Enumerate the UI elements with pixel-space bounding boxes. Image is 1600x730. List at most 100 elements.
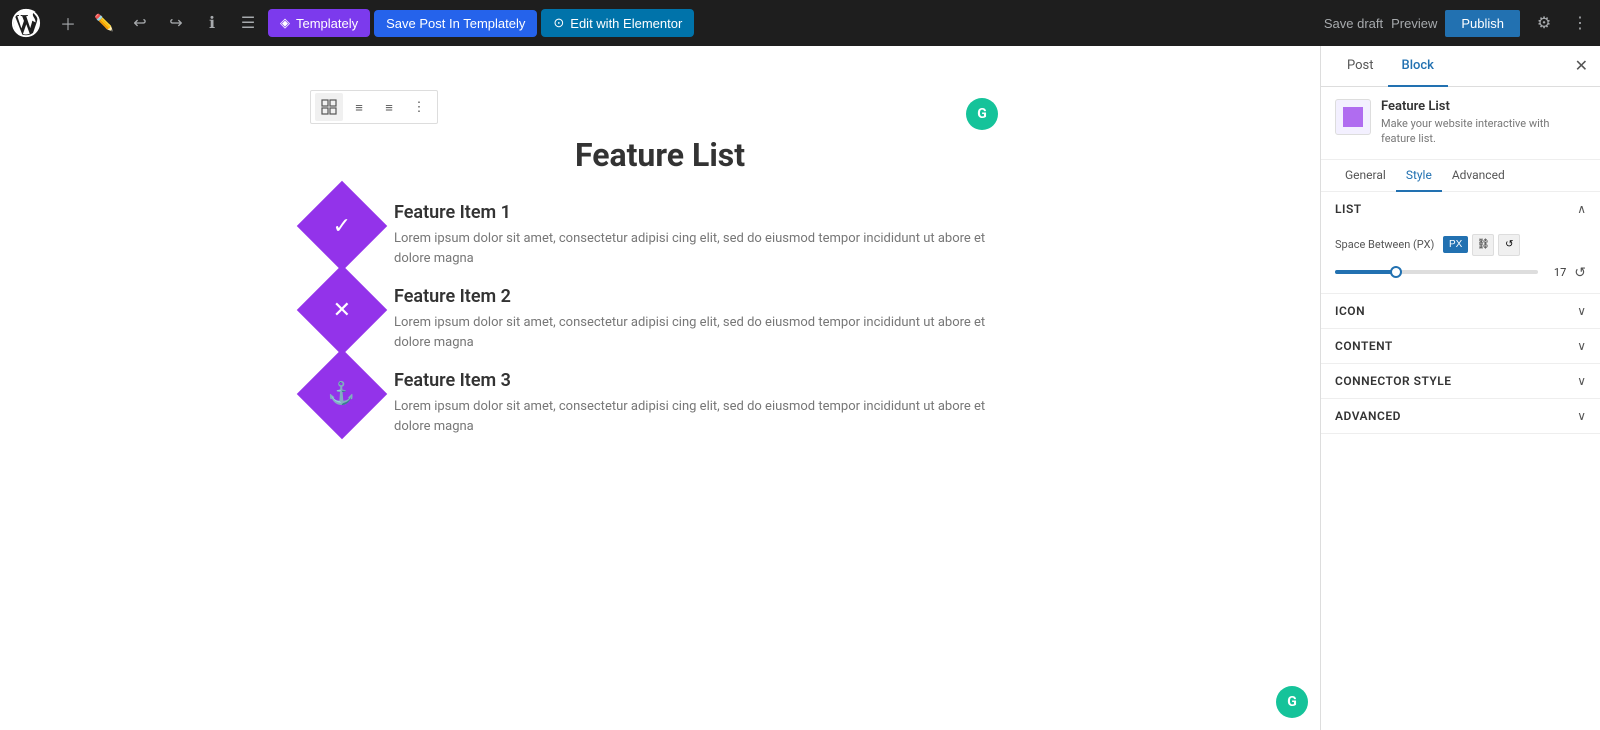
feature-desc-1: Lorem ipsum dolor sit amet, consectetur … bbox=[394, 229, 1010, 268]
tab-style[interactable]: Style bbox=[1396, 160, 1442, 192]
main-area: ≡ ≡ ⋮ Feature List G ✓ bbox=[0, 46, 1600, 730]
space-between-label: Space Between (PX) bbox=[1335, 238, 1435, 251]
feature-content-1: Feature Item 1 Lorem ipsum dolor sit ame… bbox=[394, 194, 1010, 278]
feature-icon-3[interactable]: ⚓ bbox=[297, 349, 388, 440]
list-chevron-icon: ∧ bbox=[1577, 202, 1586, 216]
style-tabs: General Style Advanced bbox=[1321, 160, 1600, 192]
plugin-name: Feature List bbox=[1381, 99, 1586, 114]
feature-item: ✓ Feature Item 1 Lorem ipsum dolor sit a… bbox=[310, 194, 1010, 278]
save-post-button[interactable]: Save Post In Templately bbox=[374, 10, 537, 37]
settings-button[interactable]: ⚙ bbox=[1528, 7, 1560, 39]
info-button[interactable]: ℹ bbox=[196, 7, 228, 39]
link-icon-btn[interactable]: ⛓ bbox=[1472, 234, 1494, 256]
save-draft-button[interactable]: Save draft bbox=[1324, 16, 1383, 31]
advanced-chevron-icon: ∨ bbox=[1577, 409, 1586, 423]
plugin-icon bbox=[1335, 99, 1371, 135]
feature-item-2: ✕ Feature Item 2 Lorem ipsum dolor sit a… bbox=[310, 278, 1010, 362]
save-post-label: Save Post In Templately bbox=[386, 16, 525, 31]
slider-thumb[interactable] bbox=[1390, 266, 1402, 278]
redo-button[interactable]: ↪ bbox=[160, 7, 192, 39]
icon-section: Icon ∨ bbox=[1321, 294, 1600, 329]
plugin-header: Feature List Make your website interacti… bbox=[1321, 87, 1600, 160]
connector-style-title: Connector Style bbox=[1335, 374, 1452, 388]
undo-button[interactable]: ↩ bbox=[124, 7, 156, 39]
reset-value-btn[interactable]: ↺ bbox=[1574, 264, 1586, 281]
panel-tabs: Post Block ✕ bbox=[1321, 46, 1600, 87]
advanced-section-header[interactable]: Advanced ∨ bbox=[1321, 399, 1600, 433]
panel-close-button[interactable]: ✕ bbox=[1575, 46, 1588, 86]
elementor-icon: ⊙ bbox=[553, 15, 564, 31]
publish-label: Publish bbox=[1461, 16, 1504, 31]
connector-style-section: Connector Style ∨ bbox=[1321, 364, 1600, 399]
content-section-header[interactable]: Content ∨ bbox=[1321, 329, 1600, 363]
publish-button[interactable]: Publish bbox=[1445, 10, 1520, 37]
feature-list: ✓ Feature Item 1 Lorem ipsum dolor sit a… bbox=[310, 194, 1010, 436]
content-chevron-icon: ∨ bbox=[1577, 339, 1586, 353]
list-section-title: List bbox=[1335, 202, 1362, 216]
plugin-desc: Make your website interactive with featu… bbox=[1381, 116, 1586, 147]
templately-label: Templately bbox=[296, 16, 358, 31]
feature-title-1: Feature Item 1 bbox=[394, 202, 1010, 223]
save-draft-label: Save draft bbox=[1324, 16, 1383, 31]
templately-button[interactable]: ◈ Templately bbox=[268, 9, 370, 37]
plugin-info: Feature List Make your website interacti… bbox=[1381, 99, 1586, 147]
canvas: ≡ ≡ ⋮ Feature List G ✓ bbox=[0, 46, 1320, 730]
elementor-button[interactable]: ⊙ Edit with Elementor bbox=[541, 9, 694, 37]
feature-icon-2[interactable]: ✕ bbox=[297, 265, 388, 356]
toolbar-right-actions: Save draft Preview Publish ⚙ ⋮ bbox=[1324, 7, 1592, 39]
space-between-controls: PX ⛓ ↺ bbox=[1443, 234, 1586, 256]
feature-desc-2: Lorem ipsum dolor sit amet, consectetur … bbox=[394, 313, 1010, 352]
tab-advanced[interactable]: Advanced bbox=[1442, 160, 1515, 192]
wp-logo[interactable] bbox=[8, 5, 44, 41]
elementor-label: Edit with Elementor bbox=[570, 16, 682, 31]
tab-general[interactable]: General bbox=[1335, 160, 1396, 192]
list-view-button[interactable]: ☰ bbox=[232, 7, 264, 39]
unit-px-btn[interactable]: PX bbox=[1443, 236, 1468, 253]
feature-item-3: ⚓ Feature Item 3 Lorem ipsum dolor sit a… bbox=[310, 362, 1010, 436]
add-block-button[interactable]: ＋ bbox=[52, 7, 84, 39]
content-section-title: Content bbox=[1335, 339, 1393, 353]
content-section: Content ∨ bbox=[1321, 329, 1600, 364]
tab-post[interactable]: Post bbox=[1333, 46, 1388, 87]
advanced-section-title: Advanced bbox=[1335, 409, 1401, 423]
advanced-section: Advanced ∨ bbox=[1321, 399, 1600, 434]
feature-list-title: Feature List bbox=[310, 136, 1010, 174]
block-toolbar: ≡ ≡ ⋮ bbox=[310, 90, 438, 124]
icon-symbol-2: ✕ bbox=[333, 298, 351, 323]
feature-icon-1[interactable]: ✓ bbox=[297, 181, 388, 272]
list-section-content: Space Between (PX) PX ⛓ ↺ 17 ↺ bbox=[1321, 226, 1600, 293]
space-between-row: Space Between (PX) PX ⛓ ↺ bbox=[1335, 234, 1586, 256]
grammarly-icon-bottom: G bbox=[1276, 686, 1308, 718]
feature-desc-3: Lorem ipsum dolor sit amet, consectetur … bbox=[394, 397, 1010, 436]
block-tool-align-center[interactable]: ≡ bbox=[375, 93, 403, 121]
more-options-button[interactable]: ⋮ bbox=[1568, 11, 1592, 35]
list-section-header[interactable]: List ∧ bbox=[1321, 192, 1600, 226]
right-panel: Post Block ✕ Feature List Make your webs… bbox=[1320, 46, 1600, 730]
block-tool-widget[interactable] bbox=[315, 93, 343, 121]
preview-button[interactable]: Preview bbox=[1391, 16, 1437, 31]
space-between-slider-row: 17 ↺ bbox=[1335, 264, 1586, 281]
connector-style-chevron-icon: ∨ bbox=[1577, 374, 1586, 388]
feature-title-2: Feature Item 2 bbox=[394, 286, 1010, 307]
feature-title-3: Feature Item 3 bbox=[394, 370, 1010, 391]
tools-button[interactable]: ✏️ bbox=[88, 7, 120, 39]
space-between-slider-track[interactable] bbox=[1335, 270, 1538, 274]
icon-col-3: ⚓ bbox=[310, 362, 374, 436]
feature-content-2: Feature Item 2 Lorem ipsum dolor sit ame… bbox=[394, 278, 1010, 362]
templately-icon: ◈ bbox=[280, 15, 290, 31]
icon-chevron-icon: ∨ bbox=[1577, 304, 1586, 318]
plugin-icon-inner bbox=[1343, 107, 1363, 127]
connector-style-section-header[interactable]: Connector Style ∨ bbox=[1321, 364, 1600, 398]
block-tool-more[interactable]: ⋮ bbox=[405, 93, 433, 121]
reset-small-btn[interactable]: ↺ bbox=[1498, 234, 1520, 256]
space-between-value: 17 bbox=[1546, 266, 1566, 279]
tab-block[interactable]: Block bbox=[1388, 46, 1448, 87]
preview-label: Preview bbox=[1391, 16, 1437, 31]
feature-content-3: Feature Item 3 Lorem ipsum dolor sit ame… bbox=[394, 362, 1010, 436]
icon-symbol-3: ⚓ bbox=[328, 382, 355, 407]
icon-section-header[interactable]: Icon ∨ bbox=[1321, 294, 1600, 328]
grammarly-icon-top: G bbox=[966, 98, 998, 130]
icon-symbol-1: ✓ bbox=[333, 214, 351, 239]
block-tool-align-left[interactable]: ≡ bbox=[345, 93, 373, 121]
list-section: List ∧ Space Between (PX) PX ⛓ ↺ bbox=[1321, 192, 1600, 294]
